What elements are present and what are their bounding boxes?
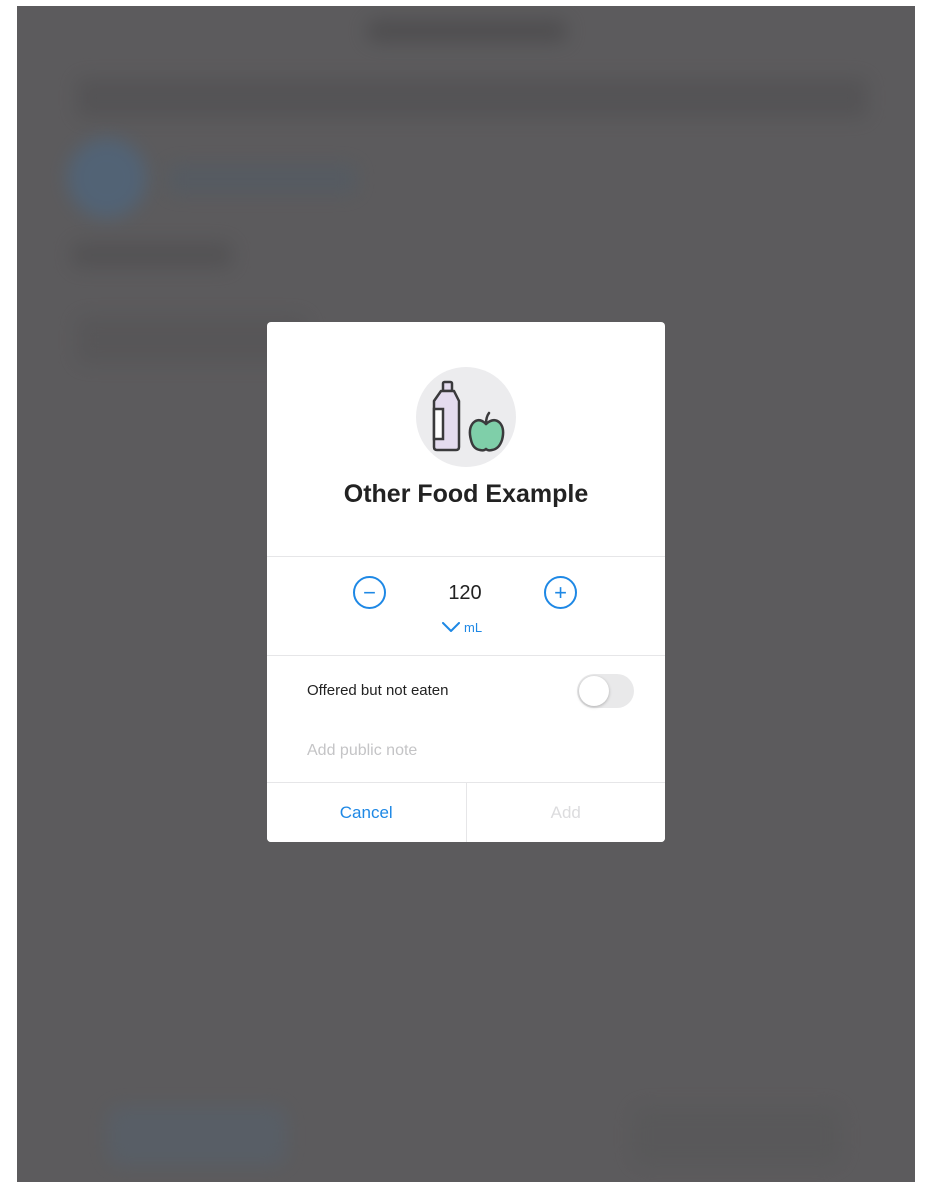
toggle-knob [579,676,609,706]
unit-selector[interactable]: mL [442,619,482,635]
increase-quantity-button[interactable]: + [544,576,577,609]
decrease-quantity-button[interactable]: − [353,576,386,609]
plus-circle-icon: + [554,580,567,605]
add-button[interactable]: Add [466,783,665,842]
blurred-button-right [632,1106,842,1166]
quantity-value[interactable]: 120 [415,582,515,605]
blurred-header [77,78,867,118]
public-note-input[interactable] [307,742,627,760]
quantity-stepper: − 120 + mL [267,557,665,656]
chevron-down-icon [442,622,460,632]
blurred-button-left [107,1106,287,1166]
offered-toggle-row: Offered but not eaten [267,656,665,726]
offered-toggle-label: Offered but not eaten [307,682,449,699]
cancel-button[interactable]: Cancel [267,783,467,842]
bottle-and-apple-icon [416,367,516,467]
blurred-text [72,242,232,268]
note-row [267,726,665,783]
dialog-actions: Cancel Add [267,783,665,842]
offered-toggle-switch[interactable] [577,674,634,708]
unit-label: mL [464,619,483,635]
blurred-avatar [67,138,147,218]
add-food-dialog: Other Food Example − 120 + mL Offered bu… [267,322,665,842]
dialog-header: Other Food Example [267,322,665,557]
minus-circle-icon: − [363,580,376,605]
blurred-name [167,164,357,194]
blurred-top-bar [367,20,567,42]
food-title: Other Food Example [343,480,589,508]
